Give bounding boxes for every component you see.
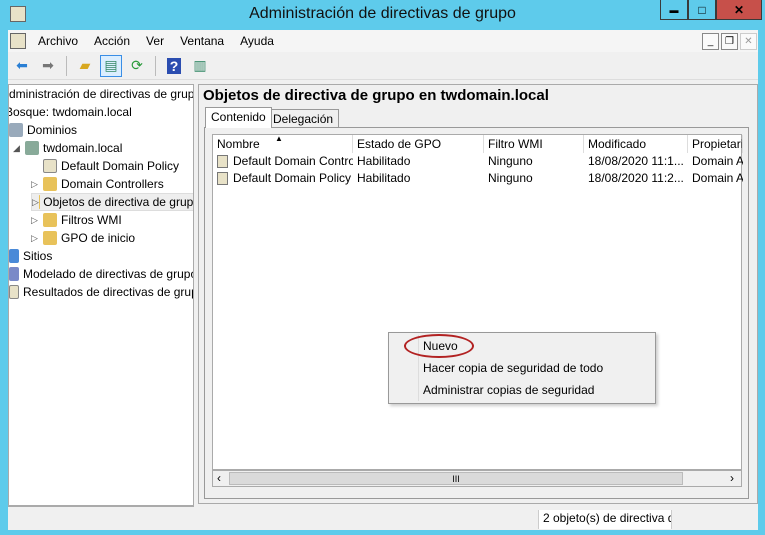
status-text: 2 objeto(s) de directiva de grupo [538, 510, 672, 529]
tree-results[interactable]: Resultados de directivas de grupo [9, 283, 193, 301]
collapse-arrow-icon[interactable]: ◢ [13, 139, 25, 157]
column-header-nombre[interactable]: Nombre ▲ [213, 135, 353, 153]
back-icon[interactable]: ⬅ [11, 55, 33, 77]
tree-sites[interactable]: Sitios [9, 247, 52, 265]
wmi-folder-icon [43, 213, 57, 227]
toolbar-separator [155, 55, 156, 76]
scrollbar-thumb[interactable]: III [229, 472, 683, 485]
tree-forest[interactable]: Bosque: twdomain.local [9, 103, 132, 121]
mmc-client: Archivo Acción Ver Ventana Ayuda _ ❐ ✕ ⬅… [8, 30, 758, 530]
toolbar-separator [66, 55, 67, 76]
results-icon [9, 285, 19, 299]
menu-ventana[interactable]: Ventana [172, 34, 232, 48]
domains-icon [9, 123, 23, 137]
list-horizontal-scrollbar[interactable]: ‹ III › [212, 470, 742, 487]
sort-ascending-icon: ▲ [275, 135, 283, 143]
menu-ver[interactable]: Ver [138, 34, 172, 48]
show-action-pane-icon[interactable]: ▥ [189, 55, 211, 77]
console-icon[interactable] [10, 33, 26, 49]
menu-item-backup-all[interactable]: Hacer copia de seguridad de todo [423, 361, 603, 375]
table-row[interactable]: Default Domain Contro... Habilitado Ning… [213, 153, 743, 170]
help-icon[interactable]: ? [163, 55, 185, 77]
tree-domain[interactable]: ◢ twdomain.local [13, 139, 122, 157]
menu-archivo[interactable]: Archivo [30, 34, 86, 48]
gpo-icon [217, 155, 228, 168]
starter-gpo-folder-icon [43, 231, 57, 245]
gpo-link-icon [43, 159, 57, 173]
tree-item-wmi-filters[interactable]: ▷ Filtros WMI [31, 211, 122, 229]
tree-item-gpo-objects[interactable]: ▷ Objetos de directiva de grupo [31, 193, 193, 211]
up-folder-icon[interactable]: ▰ [74, 55, 96, 77]
expand-arrow-icon[interactable]: ▷ [32, 193, 39, 211]
status-bar: 2 objeto(s) de directiva de grupo [8, 507, 758, 529]
tree-root[interactable]: Administración de directivas de grupo [9, 85, 193, 103]
menu-ayuda[interactable]: Ayuda [232, 34, 282, 48]
tree-item-domain-controllers[interactable]: ▷ Domain Controllers [31, 175, 164, 193]
scroll-right-icon[interactable]: › [730, 471, 734, 485]
gpo-list: Nombre ▲ Estado de GPO Filtro WMI Modific… [212, 134, 743, 470]
menu-item-manage-backups[interactable]: Administrar copias de seguridad [423, 383, 594, 397]
highlight-circle [404, 334, 474, 358]
mdi-restore-button[interactable]: ❐ [721, 33, 738, 50]
tree-modeling[interactable]: Modelado de directivas de grupo [9, 265, 193, 283]
minimize-button[interactable]: ▬ [660, 0, 688, 20]
ou-folder-icon [43, 177, 57, 191]
column-header-estado[interactable]: Estado de GPO [353, 135, 484, 153]
menu-bar: Archivo Acción Ver Ventana Ayuda _ ❐ ✕ [8, 30, 758, 52]
tree-item-starter-gpos[interactable]: ▷ GPO de inicio [31, 229, 135, 247]
expand-arrow-icon[interactable]: ▷ [31, 211, 43, 229]
mdi-minimize-button[interactable]: _ [702, 33, 719, 50]
menu-accion[interactable]: Acción [86, 34, 138, 48]
pane-title: Objetos de directiva de grupo en twdomai… [203, 87, 549, 104]
maximize-button[interactable]: □ [688, 0, 716, 20]
expand-arrow-icon[interactable]: ▷ [31, 229, 43, 247]
mdi-close-button[interactable]: ✕ [740, 33, 757, 50]
window-title: Administración de directivas de grupo [249, 5, 516, 22]
forward-icon[interactable]: ➡ [37, 55, 59, 77]
tab-delegacion[interactable]: Delegación [267, 109, 340, 128]
column-header-propietario[interactable]: Propietario [688, 135, 743, 153]
details-pane: Objetos de directiva de grupo en twdomai… [198, 84, 758, 504]
tree-item-default-domain-policy[interactable]: Default Domain Policy [43, 157, 179, 175]
close-button[interactable]: ✕ [716, 0, 762, 20]
domain-icon [25, 141, 39, 155]
sites-icon [9, 249, 19, 263]
column-header-filtro-wmi[interactable]: Filtro WMI [484, 135, 584, 153]
column-header-modificado[interactable]: Modificado [584, 135, 688, 153]
table-row[interactable]: Default Domain Policy Habilitado Ninguno… [213, 170, 743, 187]
console-tree: Administración de directivas de grupo Bo… [8, 84, 194, 506]
modeling-icon [9, 267, 19, 281]
tree-domains[interactable]: Dominios [9, 121, 77, 139]
expand-arrow-icon[interactable]: ▷ [31, 175, 43, 193]
tab-contenido[interactable]: Contenido [205, 107, 272, 128]
title-bar: Administración de directivas de grupo ▬ … [0, 0, 765, 30]
show-hide-tree-icon[interactable]: ▤ [100, 54, 122, 77]
refresh-icon[interactable]: ⟳ [126, 55, 148, 77]
gpo-icon [217, 172, 228, 185]
scroll-left-icon[interactable]: ‹ [217, 471, 221, 485]
tab-content: Nombre ▲ Estado de GPO Filtro WMI Modific… [204, 127, 749, 499]
toolbar: ⬅ ➡ ▰ ▤ ⟳ ? ▥ [8, 52, 758, 80]
context-menu: Nuevo Hacer copia de seguridad de todo A… [388, 332, 656, 404]
